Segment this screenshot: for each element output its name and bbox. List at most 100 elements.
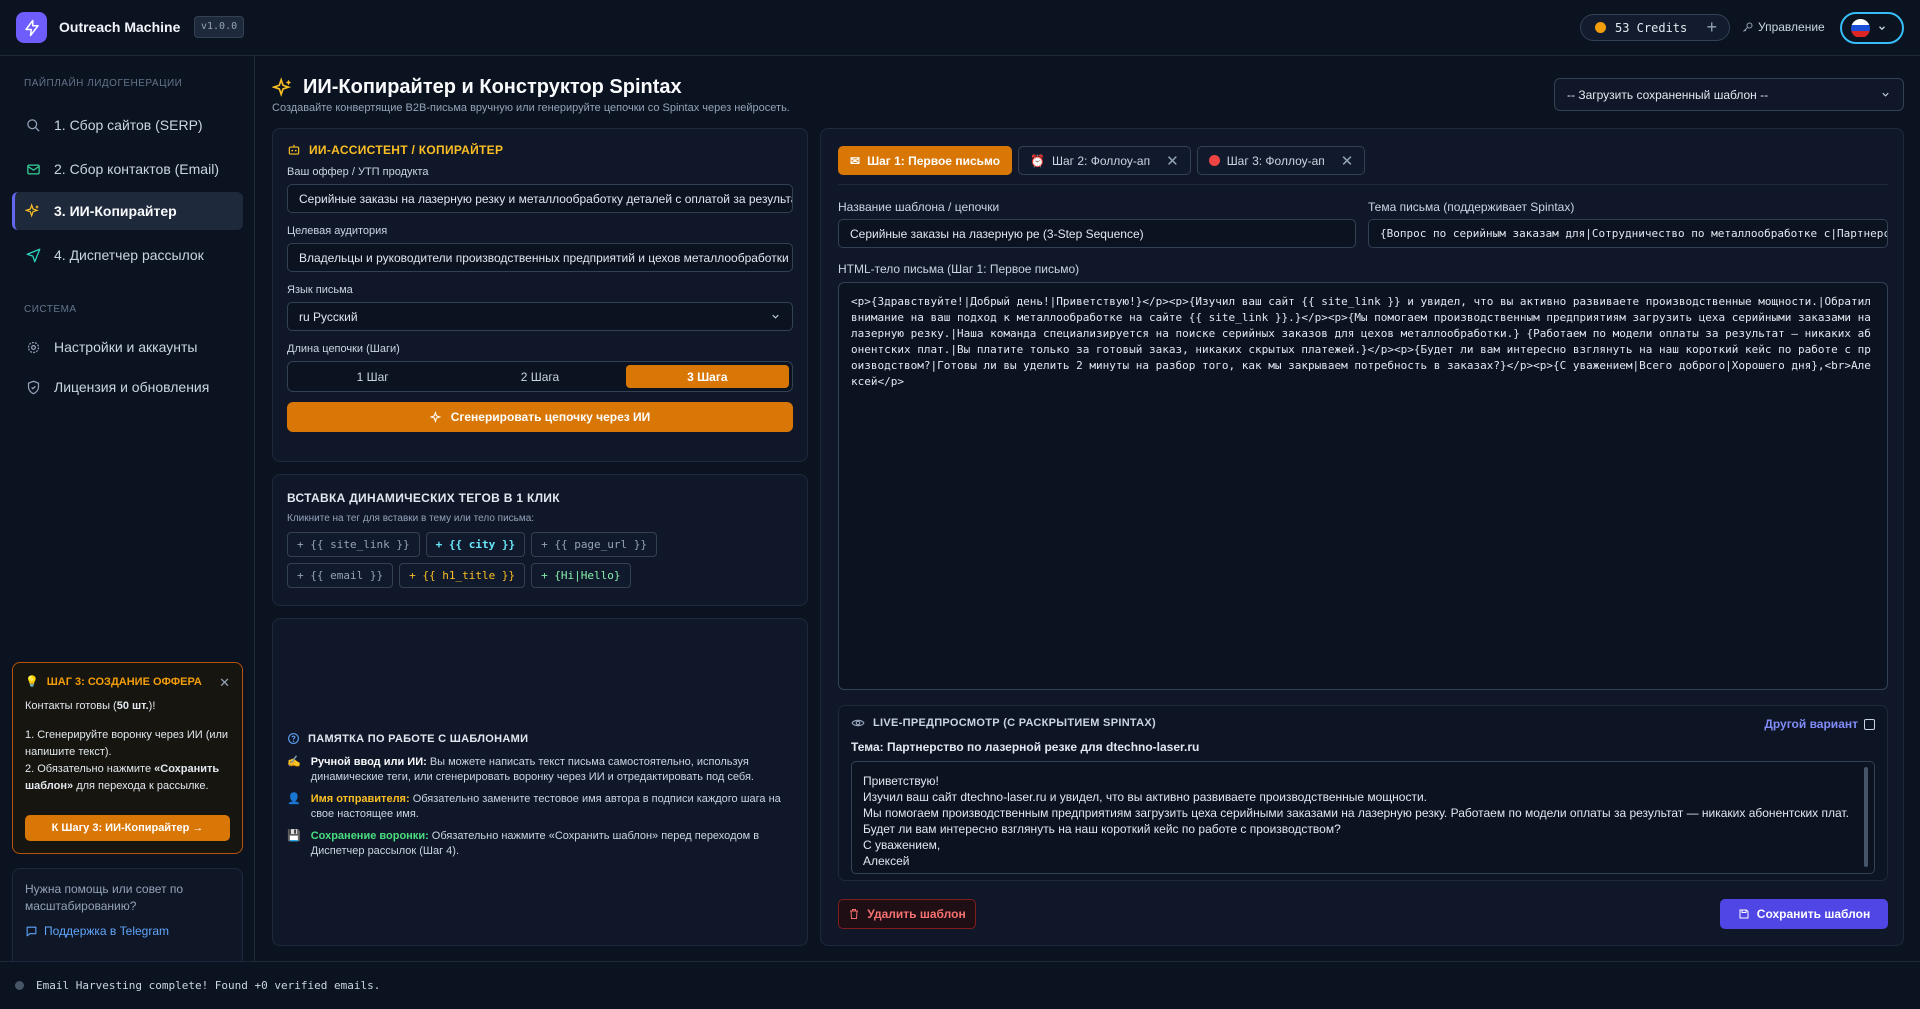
app-name: Outreach Machine [59,19,181,35]
top-header: Outreach Machine v1.0.0 53 Credits + Упр… [0,0,1920,56]
help-circle-icon [288,733,299,744]
language-select[interactable]: ru Русский [287,302,793,331]
status-text: Email Harvesting complete! Found +0 veri… [36,979,381,992]
mail-icon [25,161,41,177]
sidebar-item-label: 1. Сбор сайтов (SERP) [54,117,203,133]
sidebar-section-pipeline: ПАЙПЛАЙН ЛИДОГЕНЕРАЦИИ [24,78,183,89]
chevron-down-icon [1879,26,1885,31]
tag-email[interactable]: + {{ email }} [287,563,394,588]
tab-step-3[interactable]: Шаг 3: Фоллоу-ап ✕ [1196,146,1366,175]
tab-step-1[interactable]: ✉ Шаг 1: Первое письмо [838,146,1013,175]
tag-city[interactable]: + {{ city }} [425,532,526,557]
red-circle-icon [1208,155,1220,166]
chat-icon [26,926,37,936]
onboarding-title: 💡 ШАГ 3: СОЗДАНИЕ ОФФЕРА [25,675,202,689]
status-dot-icon [15,981,24,990]
tag-h1-title[interactable]: + {{ h1_title }} [399,563,526,588]
sidebar-item-copywriter[interactable]: 3. ИИ-Копирайтер [12,192,243,230]
manage-label: Управление [1758,20,1825,34]
sidebar-item-email[interactable]: 2. Сбор контактов (Email) [12,150,243,188]
chevron-down-icon [1882,92,1889,97]
go-to-step-3-button[interactable]: К Шагу 3: ИИ-Копирайтер → [25,815,230,841]
gear-icon [25,339,41,355]
remove-step-icon[interactable]: ✕ [1341,152,1354,170]
tag-site-link[interactable]: + {{ site_link }} [287,532,420,557]
memo-item-save: 💾 Сохранение воронки: Обязательно нажмит… [287,830,760,857]
memo-item-sender: 👤 Имя отправителя: Обязательно замените … [287,793,781,820]
page-title: ИИ-Копирайтер и Конструктор Spintax [272,76,682,99]
generate-chain-button[interactable]: Сгенерировать цепочку через ИИ [287,402,793,432]
template-name-label: Название шаблона / цепочки [838,200,1000,214]
save-template-button[interactable]: Сохранить шаблон [1720,899,1888,929]
subject-input[interactable]: {Вопрос по серийным заказам для|Сотрудни… [1368,219,1888,248]
preview-line: Изучил ваш сайт dtechno-laser.ru и увиде… [863,790,1428,804]
onboarding-text: Контакты готовы (50 шт.)! 1. Сгенерируйт… [25,700,229,792]
person-icon: 👤 [287,793,301,805]
preview-line: Алексей [863,854,910,868]
robot-icon [288,144,300,155]
credits-badge[interactable]: 53 Credits + [1580,14,1730,41]
template-name-input[interactable]: Серийные заказы на лазерную ре (3-Step S… [838,219,1356,248]
onboarding-card: 💡 ШАГ 3: СОЗДАНИЕ ОФФЕРА ✕ Контакты гото… [12,662,243,854]
step-tabs: ✉ Шаг 1: Первое письмо ⏰ Шаг 2: Фоллоу-а… [838,146,1366,175]
ai-assistant-card: ИИ-АССИСТЕНТ / КОПИРАЙТЕР Ваш оффер / УТ… [272,128,808,462]
tags-title: ВСТАВКА ДИНАМИЧЕСКИХ ТЕГОВ В 1 КЛИК [287,491,560,505]
preview-line: С уважением, [863,838,941,852]
sidebar-item-dispatcher[interactable]: 4. Диспетчер рассылок [12,236,243,274]
key-icon [1743,22,1753,32]
audience-label: Целевая аудитория [287,225,388,237]
tab-step-2[interactable]: ⏰ Шаг 2: Фоллоу-ап ✕ [1018,146,1191,175]
load-template-select[interactable]: -- Загрузить сохраненный шаблон -- [1554,78,1904,111]
sidebar-item-license[interactable]: Лицензия и обновления [12,368,243,406]
templates-memo-card: ПАМЯТКА ПО РАБОТЕ С ШАБЛОНАМИ ✍ Ручной в… [272,618,808,946]
length-option-2[interactable]: 2 Шага [458,365,621,388]
sidebar-item-serp[interactable]: 1. Сбор сайтов (SERP) [12,106,243,144]
close-icon[interactable]: ✕ [219,675,230,691]
envelope-icon: ✉ [850,153,861,168]
sidebar-item-label: 2. Сбор контактов (Email) [54,161,219,177]
chevron-down-icon [772,314,779,319]
html-body-textarea[interactable]: <p>{Здравствуйте!|Добрый день!|Приветств… [838,282,1888,690]
telegram-support-link[interactable]: Поддержка в Telegram [25,924,230,938]
preview-body: Приветствую! Изучил ваш сайт dtechno-las… [851,761,1875,874]
ai-assistant-title: ИИ-АССИСТЕНТ / КОПИРАЙТЕР [287,143,793,157]
divider [838,184,1888,185]
floppy-disk-icon [1739,909,1749,919]
add-credits-icon[interactable]: + [1706,17,1717,38]
remove-step-icon[interactable]: ✕ [1166,152,1179,170]
preview-title: LIVE-ПРЕДПРОСМОТР (С РАСКРЫТИЕМ SPINTAX) [851,716,1156,730]
page-subtitle: Создавайте конвертящие B2B-письма вручну… [272,102,790,114]
tag-page-url[interactable]: + {{ page_url }} [531,532,658,557]
credits-label: 53 Credits [1615,20,1688,35]
preview-line: Мы помогаем производственным предприятия… [863,806,1849,820]
tag-spintax-hi-hello[interactable]: + {Hi|Hello} [531,563,631,588]
manage-link[interactable]: Управление [1742,20,1825,34]
dice-icon [1864,718,1875,730]
search-icon [25,117,41,133]
help-text: Нужна помощь или совет по масштабировани… [25,882,184,913]
offer-label: Ваш оффер / УТП продукта [287,166,429,178]
length-segmented-control: 1 Шаг 2 Шага 3 Шага [287,361,793,392]
sidebar-item-settings[interactable]: Настройки и аккаунты [12,328,243,366]
sidebar-item-label: 3. ИИ-Копирайтер [54,203,177,219]
offer-input[interactable]: Серийные заказы на лазерную резку и мета… [287,184,793,213]
app-logo-icon[interactable] [16,12,47,43]
lightbulb-icon: 💡 [25,676,39,688]
length-option-1[interactable]: 1 Шаг [291,365,454,388]
language-switcher[interactable] [1840,12,1904,44]
other-variant-button[interactable]: Другой вариант [1764,717,1875,731]
language-label: Язык письма [287,284,353,296]
floppy-disk-icon: 💾 [287,830,301,842]
sidebar-section-system: СИСТЕМА [24,304,77,315]
length-option-3[interactable]: 3 Шага [625,365,789,388]
dynamic-tags-card: ВСТАВКА ДИНАМИЧЕСКИХ ТЕГОВ В 1 КЛИК Клик… [272,474,808,606]
preview-line: Будет ли вам интересно взглянуть на наш … [863,822,1341,836]
eye-icon [851,719,865,727]
body-label: HTML-тело письма (Шаг 1: Первое письмо) [838,262,1080,276]
delete-template-button[interactable]: Удалить шаблон [838,899,976,929]
version-badge: v1.0.0 [194,16,245,38]
status-bar: Email Harvesting complete! Found +0 veri… [0,961,1920,1009]
audience-input[interactable]: Владельцы и руководители производственны… [287,243,793,272]
memo-item-manual: ✍ Ручной ввод или ИИ: Вы можете написать… [287,756,754,783]
preview-scrollbar[interactable] [1864,767,1868,867]
